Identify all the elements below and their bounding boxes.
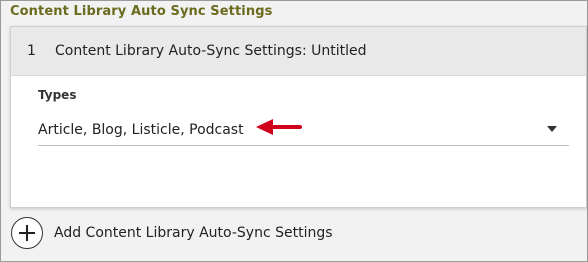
add-auto-sync-settings-button[interactable]: Add Content Library Auto-Sync Settings — [11, 217, 333, 249]
card-title: Content Library Auto-Sync Settings: Unti… — [55, 43, 367, 59]
dropdown-caret-icon[interactable] — [547, 126, 557, 132]
red-arrow-annotation-icon — [256, 119, 302, 135]
plus-icon — [19, 225, 35, 241]
types-select-value: Article, Blog, Listicle, Podcast — [38, 121, 244, 138]
add-button-circle[interactable] — [11, 217, 43, 249]
types-label: Types — [38, 88, 77, 102]
section-title: Content Library Auto Sync Settings — [10, 4, 273, 19]
types-select[interactable]: Article, Blog, Listicle, Podcast — [38, 114, 569, 146]
add-button-label: Add Content Library Auto-Sync Settings — [54, 225, 333, 241]
settings-panel: Content Library Auto Sync Settings 1 Con… — [0, 0, 588, 262]
card-header[interactable]: 1 Content Library Auto-Sync Settings: Un… — [11, 27, 586, 76]
card-index: 1 — [27, 43, 36, 59]
